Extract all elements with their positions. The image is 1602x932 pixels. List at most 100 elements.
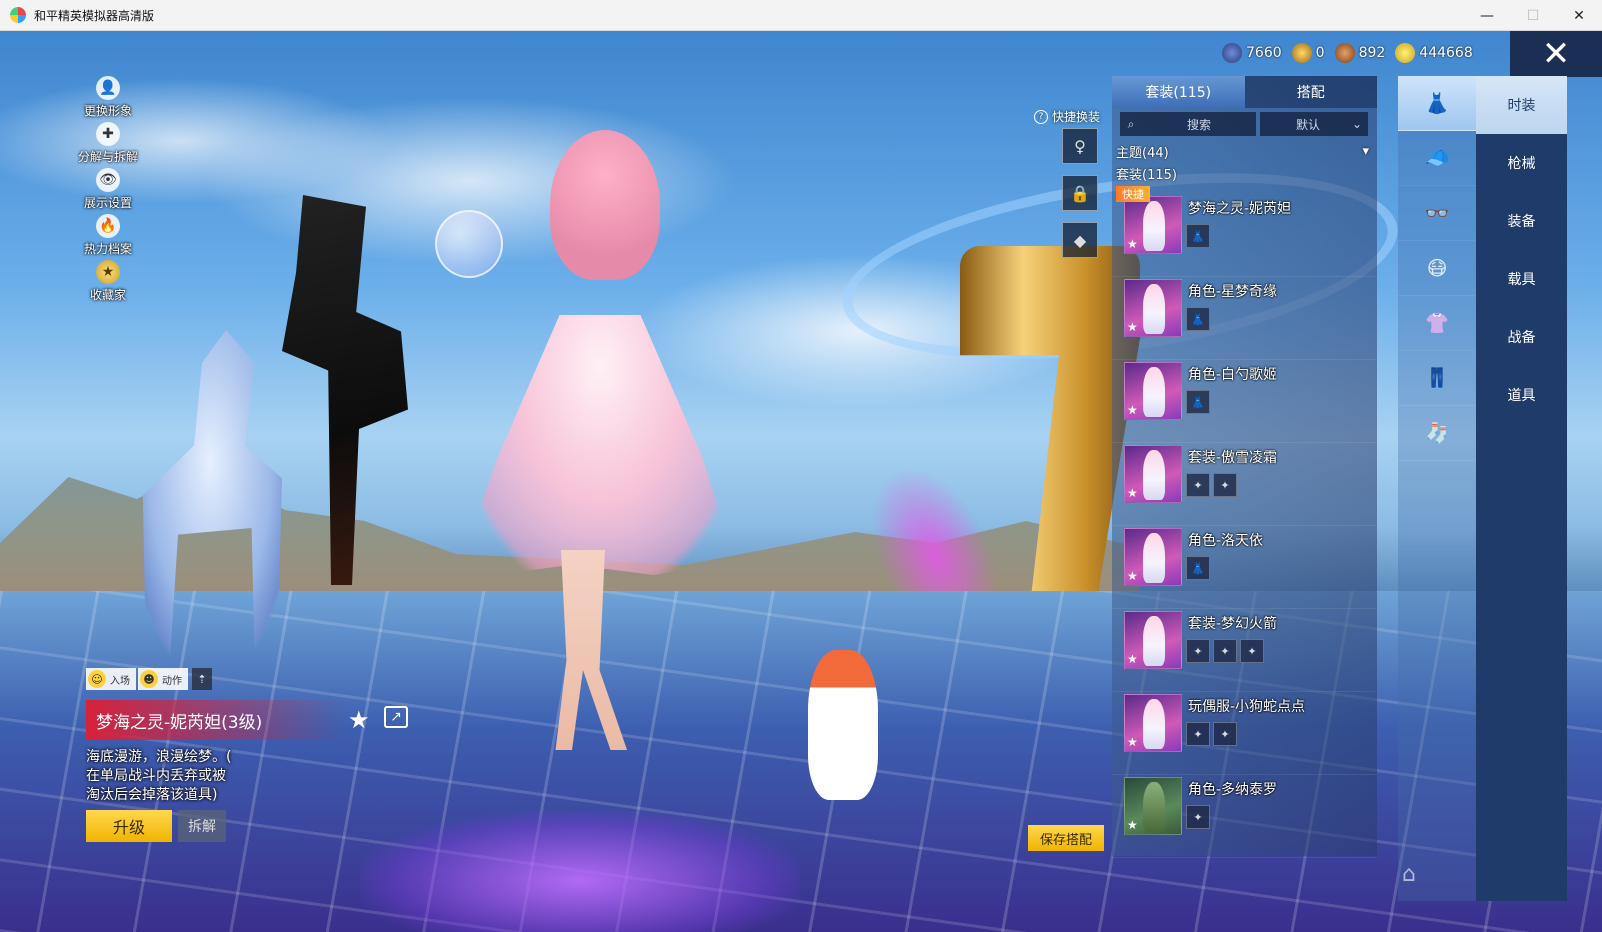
outfit-name: 角色-多纳泰罗 xyxy=(1188,782,1278,798)
slot-outfit[interactable]: 👗 xyxy=(1398,76,1476,131)
category-supplies[interactable]: 战备 xyxy=(1476,308,1567,366)
heat-archive-button[interactable]: 🔥 热力档案 xyxy=(68,214,148,260)
category-guns[interactable]: 枪械 xyxy=(1476,134,1567,192)
entrance-button[interactable]: ☺ 入场 xyxy=(86,668,136,690)
part-icon[interactable]: ✦ xyxy=(1186,722,1210,746)
collector-button[interactable]: ★ 收藏家 xyxy=(68,260,148,306)
panel-search-row: ⌕ 搜索 默认 ⌄ xyxy=(1112,108,1377,140)
hanger-icon[interactable]: ⌂ xyxy=(1402,862,1432,896)
part-icon[interactable]: ✦ xyxy=(1186,473,1210,497)
list-item[interactable]: ★ 套装-梦幻火箭 ✦ ✦ ✦ xyxy=(1112,609,1377,692)
slot-shoes[interactable]: 🧦 xyxy=(1398,406,1476,461)
outfit-figure xyxy=(1143,699,1165,749)
list-item[interactable]: ★ 梦海之灵-妮芮妲 👗 xyxy=(1112,194,1377,277)
part-icon[interactable]: ✦ xyxy=(1240,639,1264,663)
part-icon[interactable]: ✦ xyxy=(1213,722,1237,746)
part-icon[interactable]: ✦ xyxy=(1213,639,1237,663)
slot-top[interactable]: 👚 xyxy=(1398,296,1476,351)
item-description-line: 淘汰后会掉落该道具) xyxy=(86,787,218,803)
outfit-thumbnail: ★ xyxy=(1124,445,1182,503)
part-icon[interactable]: 👗 xyxy=(1186,307,1210,331)
collector-label: 收藏家 xyxy=(89,288,126,302)
outfit-parts: 👗 xyxy=(1186,307,1210,331)
dismantle-menu-label: 分解与拆解 xyxy=(77,150,138,164)
slot-pants[interactable]: 👖 xyxy=(1398,351,1476,406)
outfit-parts: ✦ xyxy=(1186,805,1210,829)
change-appearance-button[interactable]: 👤 更换形象 xyxy=(68,76,148,122)
left-menu: 👤 更换形象 ✚ 分解与拆解 👁 展示设置 🔥 热力档案 ★ 收藏家 xyxy=(68,76,148,306)
part-icon[interactable]: 👗 xyxy=(1186,390,1210,414)
quick-slot-diamond[interactable]: ◆ xyxy=(1062,222,1098,258)
dismantle-menu-button[interactable]: ✚ 分解与拆解 xyxy=(68,122,148,168)
category-fashion[interactable]: 时装 xyxy=(1476,76,1567,134)
part-icon[interactable]: ✦ xyxy=(1186,639,1210,663)
smile-icon: ☺ xyxy=(88,670,106,688)
list-item[interactable]: ★ 角色-白勺歌姬 👗 xyxy=(1112,360,1377,443)
quick-change[interactable]: ? 快捷换装 xyxy=(1034,108,1100,125)
part-icon[interactable]: 👗 xyxy=(1186,556,1210,580)
panel-tabs: 套装(115) 搭配 xyxy=(1112,76,1377,108)
slot-hat[interactable]: 🧢 xyxy=(1398,131,1476,186)
outfit-name: 玩偶服-小狗蛇点点 xyxy=(1188,699,1306,715)
character-model[interactable] xyxy=(455,130,745,750)
category-equipment[interactable]: 装备 xyxy=(1476,192,1567,250)
quick-change-label: 快捷换装 xyxy=(1052,110,1101,124)
favorite-star-icon[interactable]: ★ xyxy=(348,706,370,734)
list-item[interactable]: ★ 角色-星梦奇缘 👗 xyxy=(1112,277,1377,360)
dismantle-button[interactable]: 拆解 xyxy=(178,810,226,842)
display-settings-button[interactable]: 👁 展示设置 xyxy=(68,168,148,214)
outfit-thumbnail: ★ xyxy=(1124,279,1182,337)
outfit-thumbnail: ★ xyxy=(1124,777,1182,835)
outfit-figure xyxy=(1143,616,1165,666)
app-icon xyxy=(10,7,26,23)
category-vehicles[interactable]: 载具 xyxy=(1476,250,1567,308)
slot-glasses[interactable]: 👓 xyxy=(1398,186,1476,241)
pet-companion xyxy=(808,650,878,800)
currency-bar: 7660 0 892 444668 xyxy=(1222,43,1473,63)
action-label: 动作 xyxy=(162,675,182,687)
group-theme[interactable]: 主题(44) ▾ xyxy=(1112,140,1377,162)
part-icon[interactable]: 👗 xyxy=(1186,224,1210,248)
sort-select[interactable]: 默认 ⌄ xyxy=(1260,112,1368,136)
list-item[interactable]: ★ 角色-多纳泰罗 ✦ xyxy=(1112,775,1377,858)
outfit-name: 套装-傲雪凌霜 xyxy=(1188,450,1278,466)
gold-badge-icon xyxy=(1291,43,1312,63)
list-item[interactable]: ★ 套装-傲雪凌霜 ✦ ✦ xyxy=(1112,443,1377,526)
gold-coin-icon xyxy=(1395,43,1416,63)
window-close-button[interactable]: ✕ xyxy=(1556,0,1602,31)
minimize-button[interactable]: — xyxy=(1464,0,1510,31)
part-icon[interactable]: ✦ xyxy=(1213,473,1237,497)
list-item[interactable]: ★ 玩偶服-小狗蛇点点 ✦ ✦ xyxy=(1112,692,1377,775)
slot-column: 👗 🧢 👓 😷 👚 👖 🧦 xyxy=(1398,76,1476,901)
outfit-parts: 👗 xyxy=(1186,224,1210,248)
currency-1: 7660 xyxy=(1222,43,1282,63)
bronze-coin-icon xyxy=(1334,43,1355,63)
outfit-panel: 套装(115) 搭配 ⌕ 搜索 默认 ⌄ 主题(44) ▾ 套装(115) ★ … xyxy=(1112,76,1377,858)
quick-slot-locked[interactable]: 🔒 xyxy=(1062,175,1098,211)
outfit-figure xyxy=(1143,284,1165,334)
outfit-name: 角色-白勺歌姬 xyxy=(1188,367,1278,383)
outfit-figure xyxy=(1143,201,1165,251)
currency-3: 892 xyxy=(1334,43,1385,63)
group-theme-label: 主题(44) xyxy=(1116,145,1169,161)
sort-value: 默认 xyxy=(1296,117,1321,132)
outfit-thumbnail: ★ xyxy=(1124,196,1182,254)
search-input[interactable]: ⌕ 搜索 xyxy=(1120,112,1256,136)
slot-mask[interactable]: 😷 xyxy=(1398,241,1476,296)
quick-slot-outfit[interactable]: ♀ xyxy=(1062,128,1098,164)
save-outfit-button[interactable]: 保存搭配 xyxy=(1028,825,1104,851)
action-button[interactable]: ☻ 动作 xyxy=(138,668,188,690)
tab-suits[interactable]: 套装(115) xyxy=(1112,76,1245,108)
maximize-button[interactable]: ☐ xyxy=(1510,0,1556,31)
category-props[interactable]: 道具 xyxy=(1476,366,1567,424)
group-suit[interactable]: 套装(115) xyxy=(1112,162,1377,184)
collapse-icon[interactable]: ⇡ xyxy=(192,668,212,690)
part-icon[interactable]: ✦ xyxy=(1186,805,1210,829)
close-icon[interactable]: ✕ xyxy=(1510,31,1602,77)
upgrade-button[interactable]: 升级 xyxy=(86,810,172,842)
outfit-parts: 👗 xyxy=(1186,556,1210,580)
share-icon[interactable]: ↗ xyxy=(384,706,408,728)
tab-match[interactable]: 搭配 xyxy=(1244,76,1377,108)
outfit-figure xyxy=(1143,367,1165,417)
list-item[interactable]: ★ 角色-洛天依 👗 xyxy=(1112,526,1377,609)
